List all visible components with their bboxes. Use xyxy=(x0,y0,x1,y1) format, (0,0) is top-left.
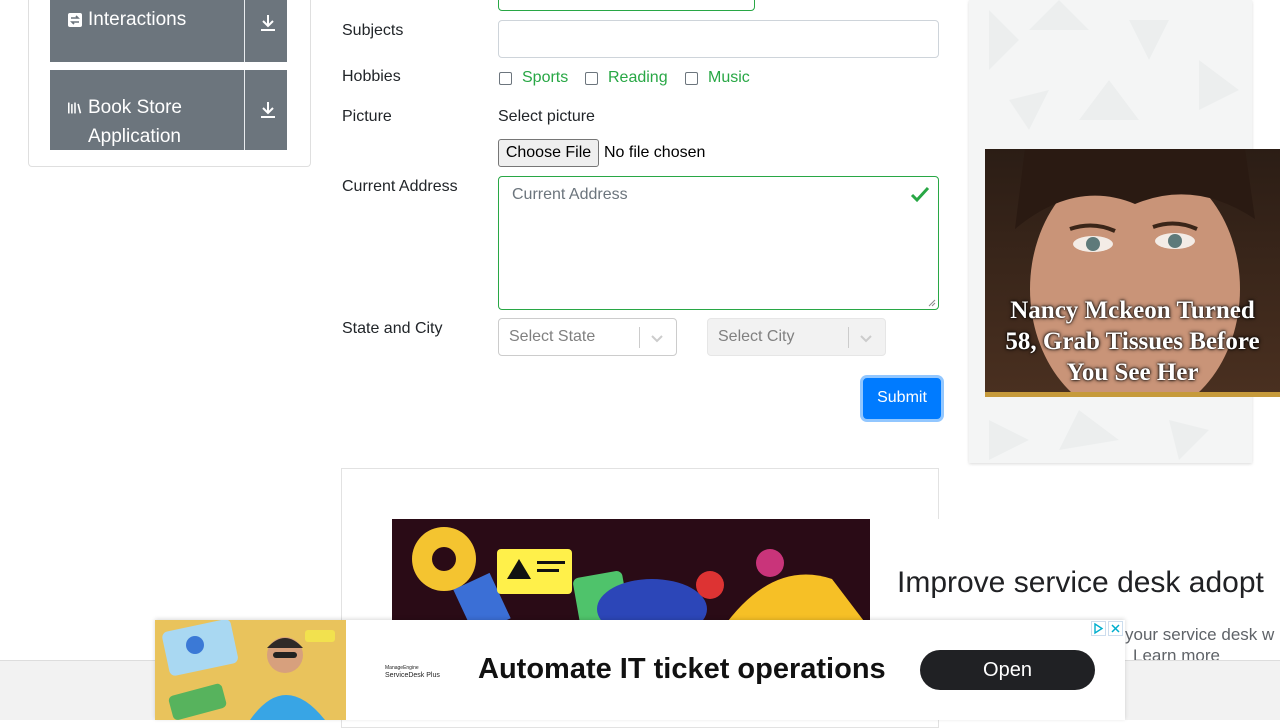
servicedesk-logo: ManageEngine ServiceDesk Plus xyxy=(385,664,441,680)
picture-label: Picture xyxy=(342,108,392,125)
person-illustration xyxy=(155,620,346,720)
subjects-label: Subjects xyxy=(342,22,404,39)
checkbox[interactable] xyxy=(499,71,512,85)
current-address-label: Current Address xyxy=(342,178,458,195)
textarea-placeholder: Current Address xyxy=(512,186,628,203)
download-icon[interactable] xyxy=(256,11,280,35)
subjects-input[interactable] xyxy=(498,20,939,58)
select-placeholder: Select City xyxy=(718,328,795,345)
close-ad-icon[interactable] xyxy=(1108,621,1123,636)
city-select[interactable]: Select City xyxy=(707,318,886,356)
checkbox[interactable] xyxy=(685,71,698,85)
ad-headline[interactable]: Improve service desk adopt xyxy=(897,566,1264,600)
ad-choices-icon[interactable] xyxy=(1091,621,1106,636)
download-icon[interactable] xyxy=(256,98,280,122)
swap-arrows-icon xyxy=(68,13,82,27)
select-picture-label: Select picture xyxy=(498,108,595,125)
hobby-label[interactable]: Sports xyxy=(522,69,568,87)
hobby-sports-checkbox[interactable]: Sports xyxy=(499,68,568,88)
open-button[interactable]: Open xyxy=(920,650,1095,690)
ad-text-panel[interactable]: Improve service desk adopt xyxy=(870,519,1280,629)
banner-headline[interactable]: Automate IT ticket operations xyxy=(478,653,886,686)
sidebar-group-label: Interactions xyxy=(88,9,187,30)
service-desk-illustration xyxy=(412,527,870,629)
file-status: No file chosen xyxy=(604,144,706,161)
chevron-down-icon[interactable] xyxy=(857,329,875,347)
bottom-banner-ad[interactable]: ManageEngine ServiceDesk Plus Automate I… xyxy=(155,620,1125,720)
divider xyxy=(848,327,849,348)
select-placeholder: Select State xyxy=(509,328,596,345)
chevron-down-icon[interactable] xyxy=(648,329,666,347)
ad-accent-bar xyxy=(985,392,1280,397)
mobile-input[interactable] xyxy=(498,0,755,11)
logo-line: ServiceDesk Plus xyxy=(385,672,440,679)
ad-photo[interactable]: Nancy Mckeon Turned 58, Grab Tissues Bef… xyxy=(985,149,1280,397)
books-icon xyxy=(68,102,82,114)
hobbies-label: Hobbies xyxy=(342,68,401,85)
submit-button[interactable]: Submit xyxy=(863,378,941,419)
state-city-label: State and City xyxy=(342,320,443,337)
divider xyxy=(244,70,245,150)
ad-illustration[interactable] xyxy=(392,519,870,629)
ad-headline[interactable]: Nancy Mckeon Turned 58, Grab Tissues Bef… xyxy=(985,295,1280,388)
valid-check-icon xyxy=(910,186,930,203)
resize-grip-icon[interactable] xyxy=(928,299,936,307)
choose-file-button[interactable]: Choose File xyxy=(498,139,599,167)
hobby-label[interactable]: Reading xyxy=(608,69,668,87)
divider xyxy=(244,0,245,62)
sidebar-group-label: Book Store Application xyxy=(88,97,182,147)
sidebar-group-book-store[interactable]: Book Store Application xyxy=(50,70,287,150)
banner-image xyxy=(155,620,346,720)
current-address-textarea[interactable]: Current Address xyxy=(498,176,939,310)
divider xyxy=(639,327,640,348)
ad-body-text: your service desk w xyxy=(1125,625,1275,644)
hobby-reading-checkbox[interactable]: Reading xyxy=(585,68,668,88)
hobby-music-checkbox[interactable]: Music xyxy=(685,68,750,88)
checkbox[interactable] xyxy=(585,71,598,85)
sidebar-group-interactions[interactable]: Interactions xyxy=(50,0,287,62)
hobby-label[interactable]: Music xyxy=(708,69,750,87)
state-select[interactable]: Select State xyxy=(498,318,677,356)
logo-line: ManageEngine xyxy=(385,665,419,671)
